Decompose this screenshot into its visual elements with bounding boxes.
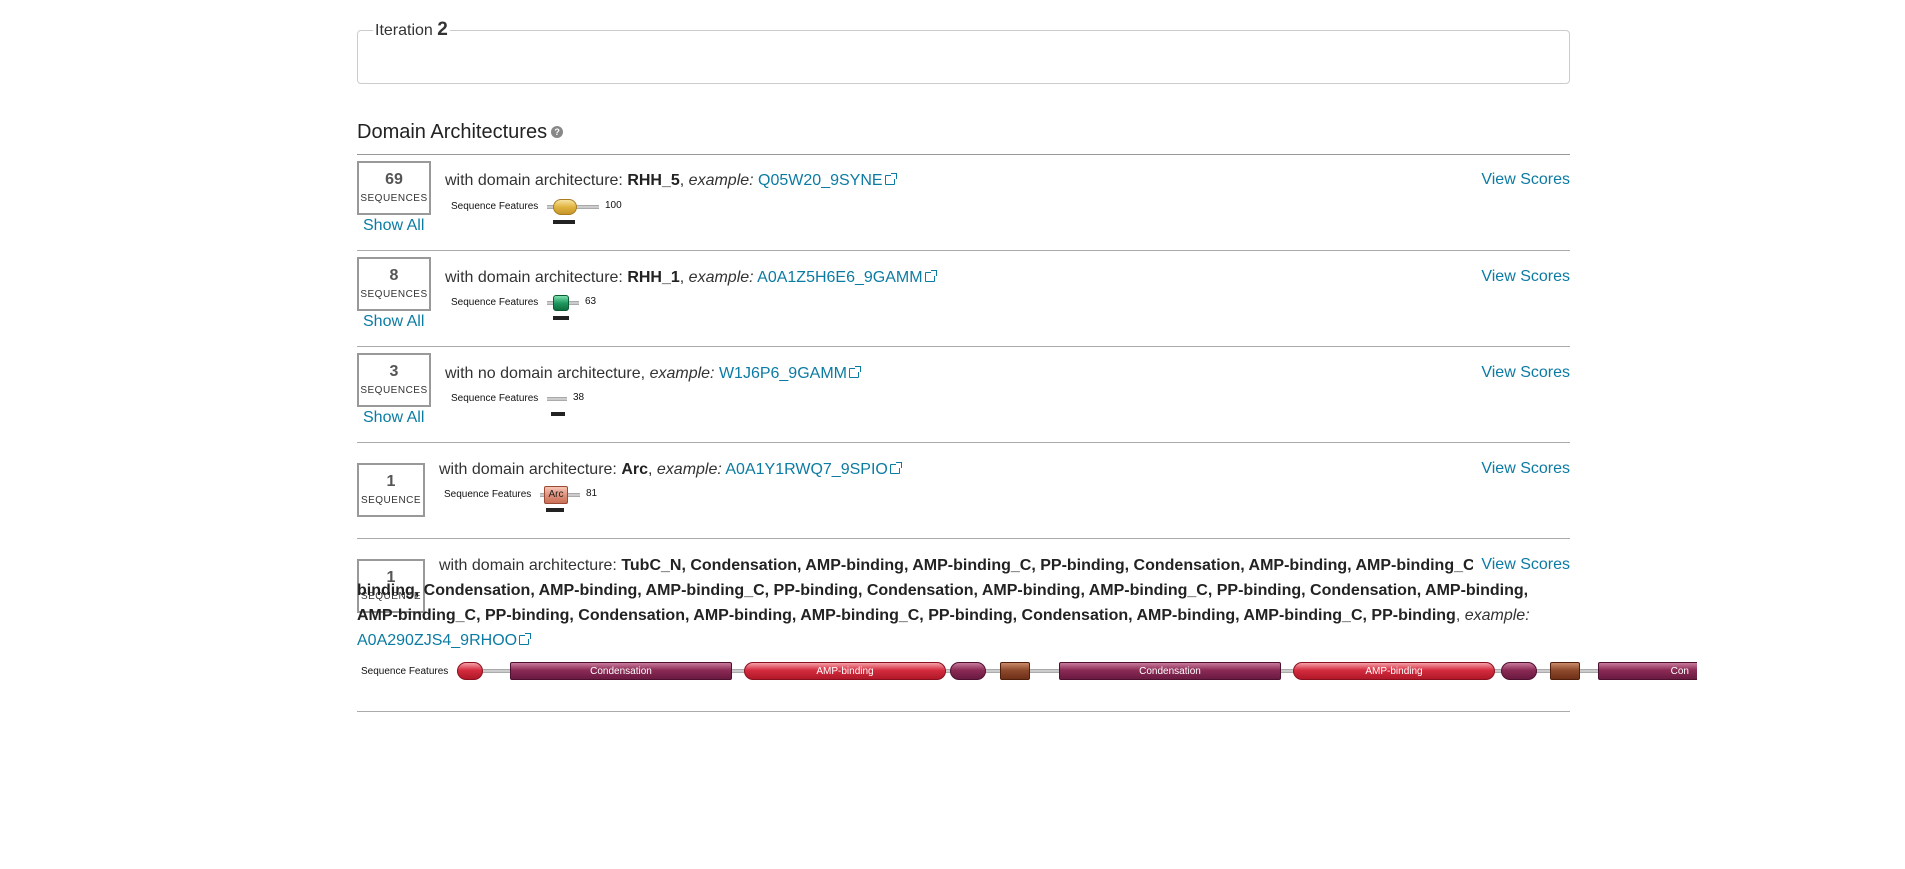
domain-pp-binding-pill[interactable]: [1000, 662, 1030, 680]
row-separator: [357, 711, 1570, 712]
domain-pp-binding-pill[interactable]: [1550, 662, 1580, 680]
domain-amp-binding-c-pill[interactable]: [1501, 662, 1537, 680]
architecture-row: 3 SEQUENCES Show All with no domain arch…: [357, 347, 1570, 443]
sequence-unit: SEQUENCES: [360, 385, 428, 396]
domain-condensation-pill[interactable]: Con: [1598, 662, 1697, 680]
example-link[interactable]: A0A1Z5H6E6_9GAMM: [757, 269, 922, 286]
architecture-description: with no domain architecture, example: W1…: [445, 361, 1345, 386]
show-all-link[interactable]: Show All: [363, 217, 424, 235]
sequence-unit: SEQUENCE: [360, 495, 422, 506]
domain-amp-binding-pill[interactable]: AMP-binding: [1293, 662, 1495, 680]
iteration-number: 2: [437, 19, 448, 40]
sequence-features-label: Sequence Features: [451, 201, 539, 212]
architecture-row: 69 SEQUENCES Show All with domain archit…: [357, 155, 1570, 251]
sequence-length: 38: [573, 392, 585, 403]
sequence-count-box[interactable]: 69 SEQUENCES: [357, 161, 431, 215]
show-all-link[interactable]: Show All: [363, 409, 424, 427]
domain-architectures-title: Domain Architectures?: [357, 120, 564, 144]
description-prefix: with domain architecture:: [439, 461, 617, 478]
example-label: example:: [688, 269, 754, 286]
example-link[interactable]: A0A1Y1RWQ7_9SPIO: [725, 461, 887, 478]
architecture-name: RHH_1: [627, 269, 680, 286]
show-all-link[interactable]: Show All: [363, 313, 424, 331]
sequence-count: 3: [389, 363, 399, 380]
sequence-features: Sequence Features 38: [451, 390, 651, 416]
view-scores-link[interactable]: View Scores: [1481, 364, 1570, 382]
description-prefix: with domain architecture:: [445, 172, 623, 189]
architecture-description: with domain architecture: RHH_1, example…: [445, 265, 1345, 290]
example-label: example:: [656, 461, 722, 478]
sequence-features: Sequence Features 100: [451, 198, 651, 224]
architecture-name: Arc: [621, 461, 648, 478]
iteration-label: Iteration: [375, 22, 433, 39]
sequence-unit: SEQUENCES: [360, 193, 428, 204]
sequence-count-box[interactable]: 1 SEQUENCE: [357, 463, 425, 517]
example-label: example:: [649, 365, 715, 382]
external-link-icon: [884, 173, 897, 185]
sequence-count: 69: [385, 171, 403, 188]
sequence-features-label: Sequence Features: [444, 489, 532, 500]
sequence-features: Sequence Features Arc 81: [444, 486, 644, 512]
sequence-features: Sequence Features 63: [451, 294, 651, 320]
sequence-length: 63: [585, 296, 597, 307]
sequence-count: 8: [389, 267, 399, 284]
view-scores-link[interactable]: View Scores: [1481, 171, 1570, 189]
domain-condensation-pill[interactable]: Condensation: [510, 662, 732, 680]
example-label: example:: [1464, 607, 1530, 624]
example-link[interactable]: A0A290ZJS4_9RHOO: [357, 632, 517, 649]
external-link-icon: [519, 633, 532, 645]
domain-rhh5-pill[interactable]: [553, 199, 577, 215]
external-link-icon: [889, 462, 902, 474]
architecture-description: with domain architecture: Arc, example: …: [439, 457, 1339, 482]
sequence-count: 1: [386, 473, 396, 490]
section-title: Domain Architectures: [357, 121, 548, 143]
sequence-length: 81: [586, 488, 598, 499]
view-scores-link[interactable]: View Scores: [1473, 556, 1570, 574]
sequence-length: 100: [605, 200, 622, 211]
sequence-count-box[interactable]: 8 SEQUENCES: [357, 257, 431, 311]
view-scores-link[interactable]: View Scores: [1481, 268, 1570, 286]
question-circle-icon[interactable]: ?: [551, 125, 564, 138]
architecture-name: RHH_5: [627, 172, 680, 189]
sequence-unit: SEQUENCES: [360, 289, 428, 300]
domain-amp-binding-pill[interactable]: AMP-binding: [744, 662, 946, 680]
sequence-features-label: Sequence Features: [451, 297, 539, 308]
domain-tubc-n-pill[interactable]: [457, 662, 483, 680]
hit-bar: [546, 508, 564, 512]
sequence-features: Sequence Features Condensation AMP-bindi…: [357, 660, 1697, 682]
hit-bar: [551, 412, 565, 416]
description-prefix: with no domain architecture,: [445, 365, 646, 382]
view-scores-link[interactable]: View Scores: [1481, 460, 1570, 478]
sequence-features-label: Sequence Features: [451, 393, 539, 404]
example-label: example:: [688, 172, 754, 189]
hit-bar: [553, 220, 575, 224]
hit-bar: [553, 316, 569, 320]
example-link[interactable]: W1J6P6_9GAMM: [719, 365, 847, 382]
external-link-icon: [924, 270, 937, 282]
architecture-row: 1 SEQUENCE with domain architecture: Tub…: [357, 539, 1570, 712]
domain-condensation-pill[interactable]: Condensation: [1059, 662, 1281, 680]
example-link[interactable]: Q05W20_9SYNE: [758, 172, 883, 189]
architecture-row: 1 SEQUENCE with domain architecture: Arc…: [357, 443, 1570, 539]
external-link-icon: [848, 366, 861, 378]
iteration-fieldset: Iteration 2: [357, 19, 1570, 84]
domain-rhh1-pill[interactable]: [553, 295, 569, 311]
sequence-line: [547, 397, 567, 401]
domain-arc-pill[interactable]: Arc: [544, 486, 568, 504]
architecture-row: 8 SEQUENCES Show All with domain archite…: [357, 251, 1570, 347]
domain-amp-binding-c-pill[interactable]: [950, 662, 986, 680]
architecture-description: with domain architecture: RHH_5, example…: [445, 168, 1345, 193]
architecture-description: with domain architecture: TubC_N, Conden…: [357, 553, 1557, 653]
sequence-count-box[interactable]: 3 SEQUENCES: [357, 353, 431, 407]
box-spacer: [275, 553, 357, 628]
description-prefix: with domain architecture:: [445, 269, 623, 286]
iteration-legend: Iteration 2: [373, 19, 450, 40]
description-prefix: with domain architecture:: [439, 557, 617, 574]
sequence-features-label: Sequence Features: [361, 666, 449, 677]
